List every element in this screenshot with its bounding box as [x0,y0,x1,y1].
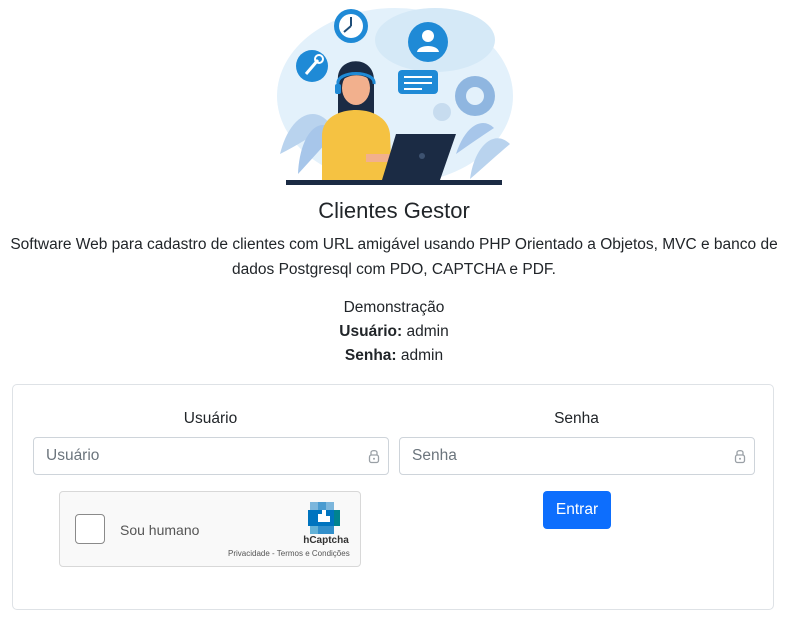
captcha-checkbox[interactable] [75,514,105,544]
login-button[interactable]: Entrar [543,491,611,529]
login-form: Usuário Senha Sou humano hCap [12,384,774,610]
hcaptcha-widget: Sou humano hCaptcha Privacidade - Termos… [59,491,361,567]
lock-icon [734,449,746,464]
user-input[interactable] [34,438,346,474]
hcaptcha-logo-icon [308,502,340,534]
user-input-wrapper [33,437,389,475]
demo-user-label: Usuário: [339,323,403,340]
demo-password-value: admin [400,347,444,364]
customer-support-illustration [277,8,513,185]
password-input-wrapper [399,437,755,475]
captcha-label: Sou humano [120,522,200,538]
demo-user-value: admin [406,323,449,340]
demo-user-line: Usuário: admin [0,320,788,344]
demo-password-label: Senha: [344,347,397,364]
captcha-brand: hCaptcha [303,535,349,546]
page-description: Software Web para cadastro de clientes c… [10,236,778,278]
password-field-label: Senha [554,410,599,427]
demo-credentials: Demonstração Usuário: admin Senha: admin [0,296,788,368]
password-input[interactable] [400,438,712,474]
demo-password-line: Senha: admin [0,344,788,368]
page-title: Clientes Gestor [318,198,470,223]
demo-heading: Demonstração [343,299,445,316]
lock-icon [368,449,380,464]
captcha-links[interactable]: Privacidade - Termos e Condições [228,549,350,558]
user-field-label: Usuário [183,410,238,427]
